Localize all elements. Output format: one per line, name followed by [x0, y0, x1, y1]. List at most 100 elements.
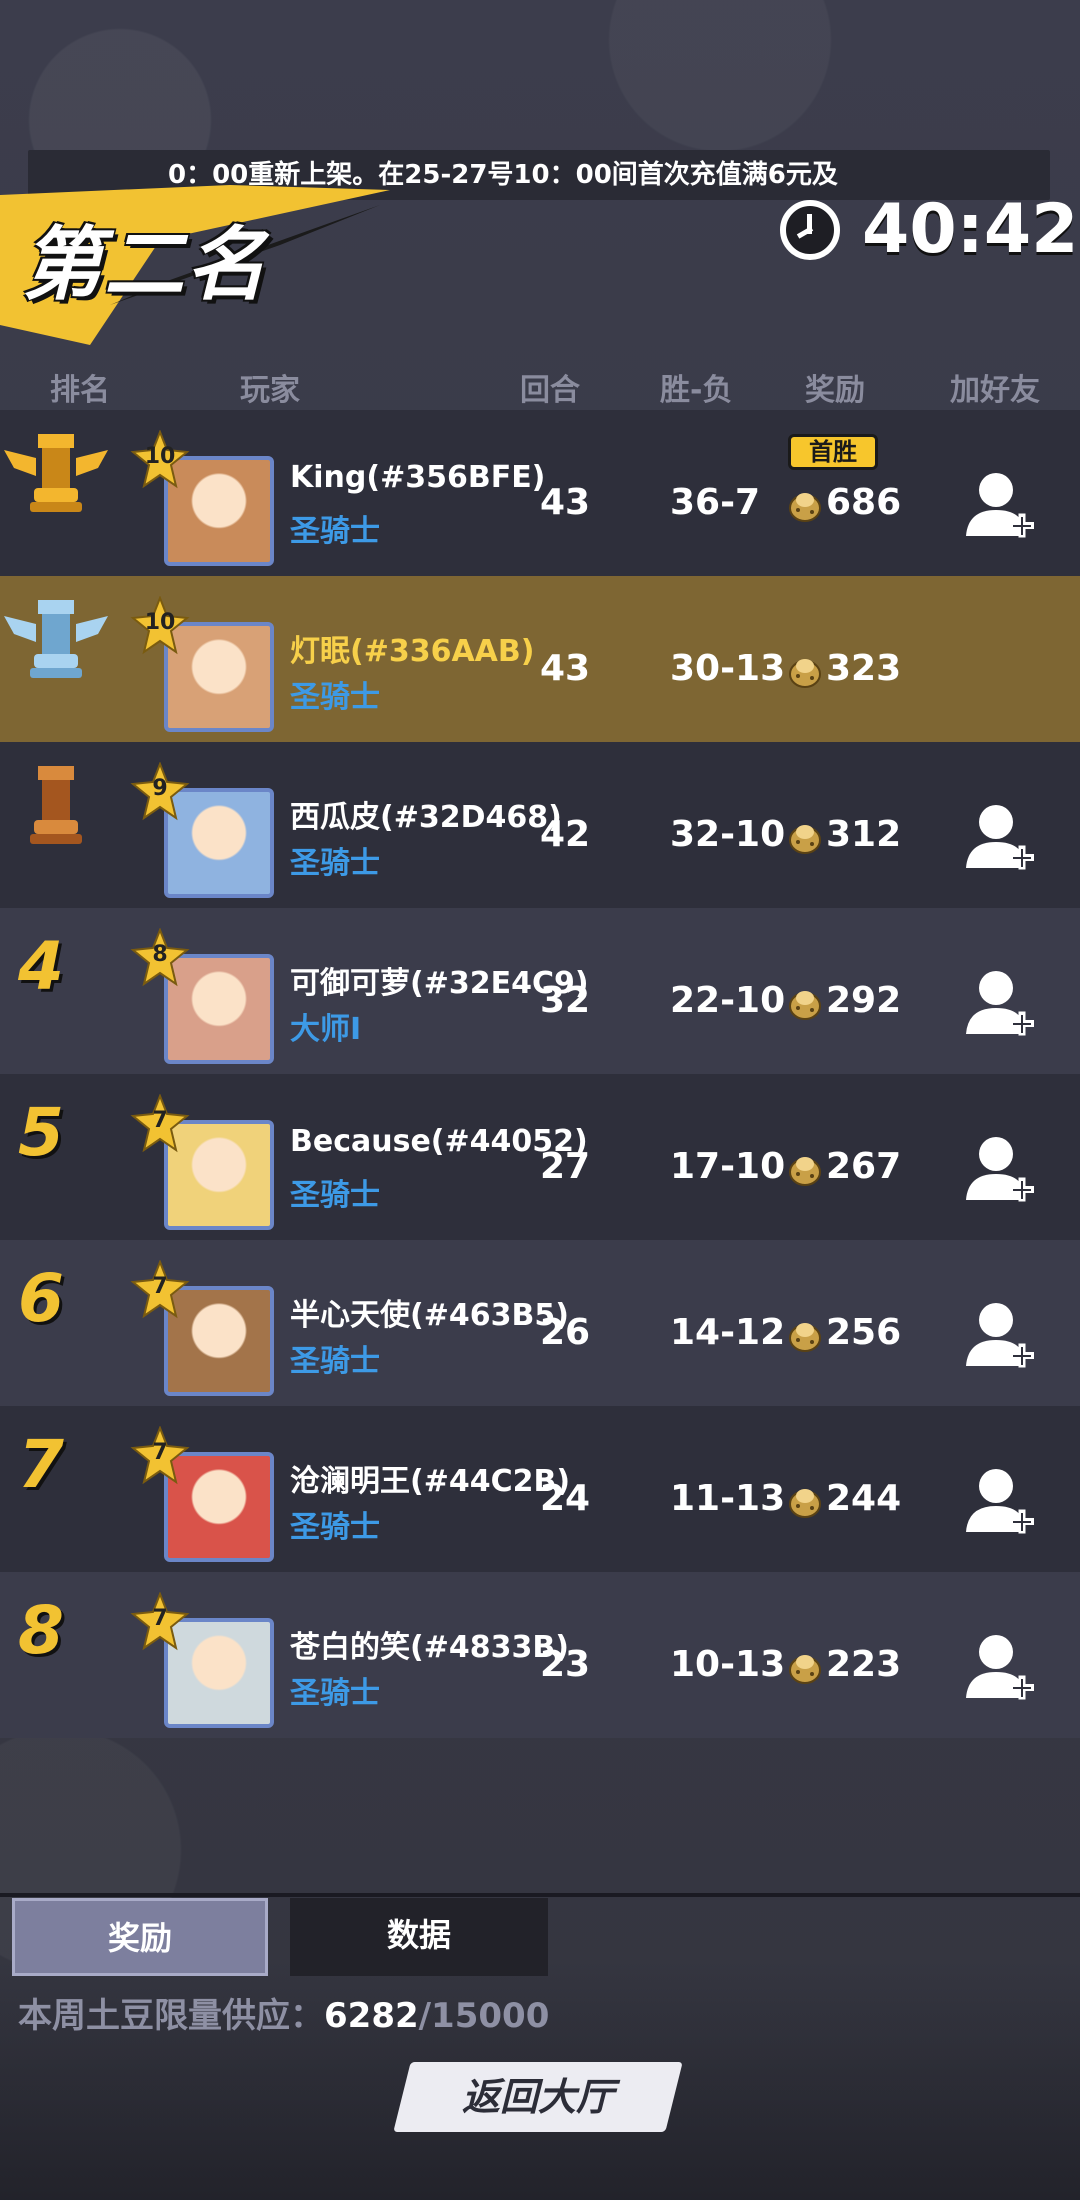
- table-row: 8 7 苍白的笑(#4833B) 圣骑士 23 10-13 223: [0, 1572, 1080, 1738]
- potato-coin-icon: [789, 1655, 821, 1684]
- tab-data[interactable]: 数据: [290, 1898, 548, 1976]
- player-level: 7: [152, 1440, 168, 1465]
- player-title: 圣骑士: [290, 1344, 380, 1379]
- player-avatar-frame[interactable]: 9: [130, 762, 280, 902]
- potato-coin-icon: [789, 1157, 821, 1186]
- player-level: 7: [152, 1606, 168, 1631]
- supply-max: /15000: [418, 1996, 550, 2036]
- header-player: 玩家: [240, 373, 300, 408]
- reward-value: 256: [826, 1312, 902, 1353]
- divider: [0, 1893, 1080, 1897]
- player-level: 7: [152, 1274, 168, 1299]
- add-friend-icon[interactable]: [966, 802, 1036, 874]
- first-win-badge: 首胜: [788, 434, 878, 470]
- player-avatar-frame[interactable]: 10: [130, 430, 280, 570]
- weekly-supply: 本周土豆限量供应：6282/15000: [18, 1988, 549, 2037]
- player-title: 圣骑士: [290, 514, 380, 549]
- reward-value: 267: [826, 1146, 902, 1187]
- table-row: 4 8 可御可萝(#32E4C9) 大师I 32 22-10 292: [0, 908, 1080, 1074]
- win-loss-value: 36-7: [670, 482, 761, 523]
- player-avatar-frame[interactable]: 7: [130, 1094, 280, 1234]
- rounds-value: 23: [540, 1644, 591, 1685]
- potato-coin-icon: [789, 493, 821, 522]
- rounds-value: 27: [540, 1146, 591, 1187]
- player-title: 圣骑士: [290, 1676, 380, 1711]
- reward-value: 223: [826, 1644, 902, 1685]
- table-row: 5 7 Because(#44052) 圣骑士 27 17-10 267: [0, 1074, 1080, 1240]
- player-avatar-frame[interactable]: 7: [130, 1592, 280, 1732]
- table-row: 9 西瓜皮(#32D468) 圣骑士 42 32-10 312: [0, 742, 1080, 908]
- level-badge-text-wrap: 10: [130, 430, 190, 490]
- bronze-rook-trophy-icon: [30, 766, 82, 844]
- rounds-value: 43: [540, 648, 591, 689]
- table-row: 7 7 沧澜明王(#44C2B) 圣骑士 24 11-13 244: [0, 1406, 1080, 1572]
- tab-reward[interactable]: 奖励: [12, 1898, 268, 1976]
- level-badge-text-wrap: 9: [130, 762, 190, 822]
- player-level: 9: [152, 776, 168, 801]
- player-avatar-frame[interactable]: 7: [130, 1426, 280, 1566]
- player-title: 圣骑士: [290, 846, 380, 881]
- rank-number: 4: [18, 928, 64, 1005]
- rank-number: 7: [18, 1426, 64, 1503]
- rounds-value: 42: [540, 814, 591, 855]
- rank-number: 6: [18, 1260, 64, 1337]
- player-title: 圣骑士: [290, 1510, 380, 1545]
- win-loss-value: 11-13: [670, 1478, 786, 1519]
- table-row: 6 7 半心天使(#463B5) 圣骑士 26 14-12 256: [0, 1240, 1080, 1406]
- table-row: 10 King(#356BFE) 圣骑士 43 36-7 首胜 686: [0, 410, 1080, 576]
- win-loss-value: 14-12: [670, 1312, 786, 1353]
- clock-icon: [780, 200, 840, 260]
- add-friend-icon[interactable]: [966, 1134, 1036, 1206]
- potato-coin-icon: [789, 1489, 821, 1518]
- level-badge-text-wrap: 7: [130, 1426, 190, 1486]
- player-name: 苍白的笑(#4833B): [290, 1630, 569, 1665]
- potato-coin-icon: [789, 659, 821, 688]
- player-name: 灯眠(#336AAB): [290, 634, 535, 669]
- win-loss-value: 22-10: [670, 980, 786, 1021]
- add-friend-icon[interactable]: [966, 1632, 1036, 1704]
- rounds-value: 32: [540, 980, 591, 1021]
- win-loss-value: 32-10: [670, 814, 786, 855]
- header-add-friend: 加好友: [950, 373, 1040, 408]
- supply-label: 本周土豆限量供应：: [18, 1996, 324, 2036]
- player-level: 10: [144, 444, 176, 469]
- rank-number: 8: [18, 1592, 64, 1669]
- level-badge-text-wrap: 7: [130, 1260, 190, 1320]
- add-friend-icon[interactable]: [966, 1466, 1036, 1538]
- placement-title: 第二名: [22, 218, 268, 311]
- table-row: 10 灯眠(#336AAB) 圣骑士 43 30-13 323: [0, 576, 1080, 742]
- rounds-value: 24: [540, 1478, 591, 1519]
- reward-value: 323: [826, 648, 902, 689]
- potato-coin-icon: [789, 991, 821, 1020]
- silver-rook-trophy-icon: [4, 600, 108, 678]
- add-friend-icon[interactable]: [966, 470, 1036, 542]
- rank-number: 5: [18, 1094, 64, 1171]
- player-title: 大师I: [290, 1012, 362, 1047]
- reward-value: 686: [826, 482, 902, 523]
- player-avatar-frame[interactable]: 7: [130, 1260, 280, 1400]
- player-name: 沧澜明王(#44C2B): [290, 1464, 571, 1499]
- header-rank: 排名: [50, 373, 110, 408]
- reward-value: 292: [826, 980, 902, 1021]
- player-avatar-frame[interactable]: 8: [130, 928, 280, 1068]
- potato-coin-icon: [789, 825, 821, 854]
- add-friend-icon[interactable]: [966, 968, 1036, 1040]
- win-loss-value: 10-13: [670, 1644, 786, 1685]
- add-friend-icon[interactable]: [966, 1300, 1036, 1372]
- player-title: 圣骑士: [290, 1178, 380, 1213]
- reward-value: 244: [826, 1478, 902, 1519]
- back-to-lobby-button[interactable]: 返回大厅: [393, 2062, 683, 2132]
- level-badge-text-wrap: 8: [130, 928, 190, 988]
- back-to-lobby-label: 返回大厅: [461, 2075, 614, 2119]
- supply-current: 6282: [324, 1996, 419, 2036]
- header-rounds: 回合: [520, 373, 580, 408]
- rounds-value: 26: [540, 1312, 591, 1353]
- level-badge-text-wrap: 7: [130, 1592, 190, 1652]
- header-winloss: 胜-负: [660, 373, 733, 408]
- player-name: 半心天使(#463B5): [290, 1298, 569, 1333]
- player-avatar-frame[interactable]: 10: [130, 596, 280, 736]
- player-level: 8: [152, 942, 168, 967]
- reward-value: 312: [826, 814, 902, 855]
- player-name: King(#356BFE): [290, 460, 546, 495]
- level-badge-text-wrap: 7: [130, 1094, 190, 1154]
